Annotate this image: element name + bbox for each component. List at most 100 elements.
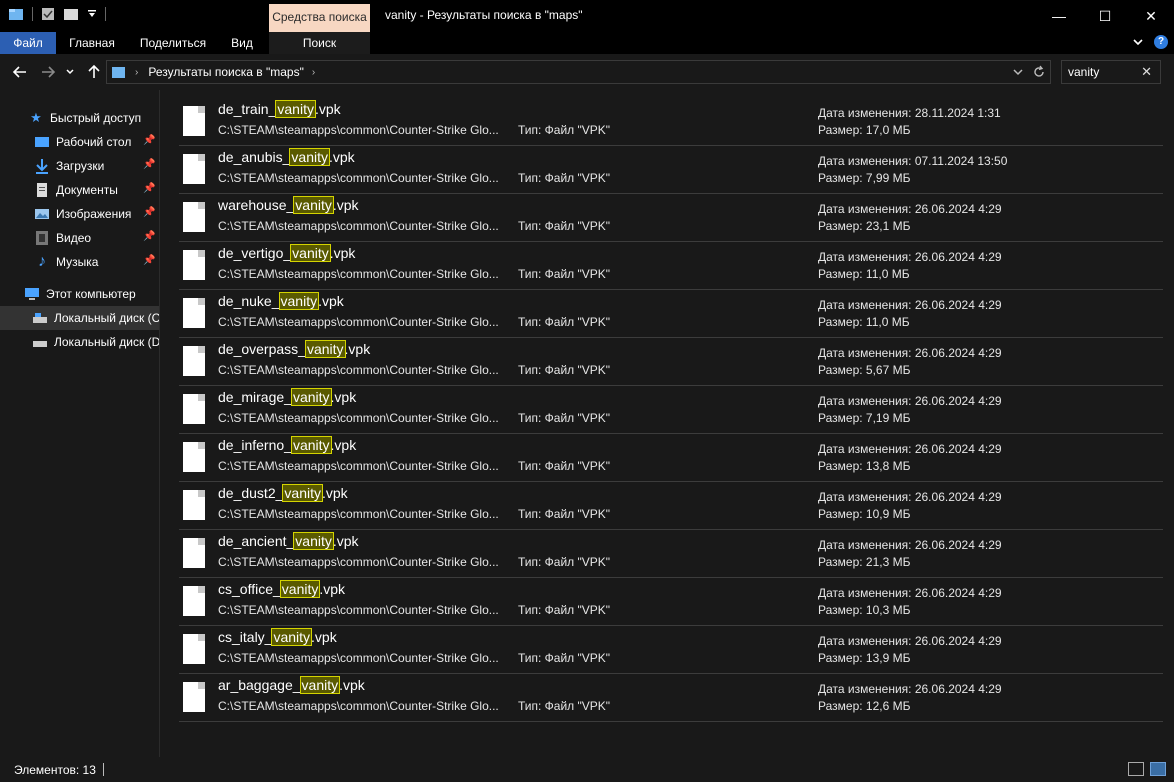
list-item[interactable]: de_train_vanity.vpk C:\STEAM\steamapps\co…: [179, 98, 1163, 146]
minimize-button[interactable]: —: [1036, 0, 1082, 32]
ribbon-tabs: Файл Главная Поделиться Вид Поиск ?: [0, 32, 1174, 54]
refresh-icon[interactable]: [1032, 64, 1046, 80]
forward-button[interactable]: [38, 62, 58, 82]
sidebar-item-video[interactable]: Видео 📌: [0, 226, 159, 250]
search-match-highlight: vanity: [304, 340, 346, 358]
file-path: C:\STEAM\steamapps\common\Counter-Strike…: [218, 219, 499, 233]
file-type: Тип: Файл "VPK": [518, 699, 611, 713]
back-button[interactable]: [10, 62, 30, 82]
sidebar-item-this-pc[interactable]: Этот компьютер: [0, 282, 159, 306]
sidebar-item-quick-access[interactable]: ★ Быстрый доступ: [0, 106, 159, 130]
file-path: C:\STEAM\steamapps\common\Counter-Strike…: [218, 315, 499, 329]
file-type: Тип: Файл "VPK": [518, 603, 611, 617]
expand-ribbon-icon[interactable]: [1132, 36, 1144, 48]
status-bar: Элементов: 13: [0, 757, 1174, 782]
file-name-prefix: de_vertigo_: [218, 245, 292, 261]
file-name: de_vertigo_vanity.vpk: [218, 244, 355, 262]
tab-view[interactable]: Вид: [222, 32, 262, 54]
file-modified-date: Дата изменения: 26.06.2024 4:29: [818, 586, 1002, 600]
large-icons-view-icon[interactable]: [1150, 762, 1166, 776]
sidebar-item-drive-d[interactable]: Локальный диск (D: [0, 330, 159, 354]
view-switcher: [1128, 762, 1166, 776]
file-name-prefix: de_mirage_: [218, 389, 292, 405]
address-bar[interactable]: › Результаты поиска в "maps" ›: [106, 60, 1051, 84]
sidebar-item-pictures[interactable]: Изображения 📌: [0, 202, 159, 226]
pin-icon: 📌: [143, 135, 156, 146]
file-name-prefix: warehouse_: [218, 197, 295, 213]
file-size: Размер: 10,9 МБ: [818, 507, 911, 521]
recent-locations-button[interactable]: [63, 62, 77, 82]
list-item[interactable]: cs_italy_vanity.vpk C:\STEAM\steamapps\co…: [179, 626, 1163, 674]
file-name-prefix: de_nuke_: [218, 293, 280, 309]
file-name-suffix: .vpk: [328, 149, 355, 165]
tab-file[interactable]: Файл: [0, 32, 56, 54]
list-item[interactable]: ar_baggage_vanity.vpk C:\STEAM\steamapps\…: [179, 674, 1163, 722]
close-button[interactable]: ✕: [1128, 0, 1174, 32]
file-modified-date: Дата изменения: 26.06.2024 4:29: [818, 634, 1002, 648]
sidebar-item-label: Видео: [56, 231, 92, 245]
search-results-list: de_train_vanity.vpk C:\STEAM\steamapps\co…: [161, 90, 1174, 757]
star-icon: ★: [30, 110, 42, 125]
sidebar-item-label: Изображения: [56, 207, 132, 221]
breadcrumb[interactable]: Результаты поиска в "maps": [148, 65, 304, 79]
file-size: Размер: 13,9 МБ: [818, 651, 911, 665]
details-view-icon[interactable]: [1128, 762, 1144, 776]
list-item[interactable]: de_anubis_vanity.vpk C:\STEAM\steamapps\c…: [179, 146, 1163, 194]
file-size: Размер: 23,1 МБ: [818, 219, 911, 233]
file-size: Размер: 11,0 МБ: [818, 267, 910, 281]
sidebar-item-drive-c[interactable]: Локальный диск (C: [0, 306, 159, 330]
new-folder-icon[interactable]: [63, 7, 79, 21]
customize-toolbar-icon[interactable]: [87, 9, 97, 19]
list-item[interactable]: cs_office_vanity.vpk C:\STEAM\steamapps\c…: [179, 578, 1163, 626]
file-name: cs_italy_vanity.vpk: [218, 628, 337, 646]
list-item[interactable]: de_nuke_vanity.vpk C:\STEAM\steamapps\com…: [179, 290, 1163, 338]
file-name: de_dust2_vanity.vpk: [218, 484, 348, 502]
file-modified-date: Дата изменения: 26.06.2024 4:29: [818, 442, 1002, 456]
tab-search[interactable]: Поиск: [269, 32, 370, 54]
file-icon: [183, 442, 205, 472]
list-item[interactable]: de_dust2_vanity.vpk C:\STEAM\steamapps\co…: [179, 482, 1163, 530]
file-name: de_nuke_vanity.vpk: [218, 292, 344, 310]
address-dropdown-icon[interactable]: [1012, 64, 1024, 80]
file-icon: [183, 490, 205, 520]
search-box[interactable]: ✕: [1061, 60, 1161, 84]
search-input[interactable]: [1068, 64, 1138, 80]
tab-home[interactable]: Главная: [60, 32, 124, 54]
list-item[interactable]: warehouse_vanity.vpk C:\STEAM\steamapps\c…: [179, 194, 1163, 242]
tab-share[interactable]: Поделиться: [132, 32, 214, 54]
sidebar-item-desktop[interactable]: Рабочий стол 📌: [0, 130, 159, 154]
file-type: Тип: Файл "VPK": [518, 219, 611, 233]
list-item[interactable]: de_vertigo_vanity.vpk C:\STEAM\steamapps\…: [179, 242, 1163, 290]
file-name-suffix: .vpk: [330, 437, 357, 453]
download-icon: [34, 158, 50, 174]
sidebar-item-label: Этот компьютер: [46, 287, 136, 301]
file-type: Тип: Файл "VPK": [518, 507, 611, 521]
sidebar-item-downloads[interactable]: Загрузки 📌: [0, 154, 159, 178]
navigation-pane: ★ Быстрый доступ Рабочий стол 📌 Загрузки…: [0, 90, 160, 757]
properties-icon[interactable]: [41, 7, 55, 21]
file-path: C:\STEAM\steamapps\common\Counter-Strike…: [218, 651, 499, 665]
file-type: Тип: Файл "VPK": [518, 315, 611, 329]
list-item[interactable]: de_mirage_vanity.vpk C:\STEAM\steamapps\c…: [179, 386, 1163, 434]
search-match-highlight: vanity: [290, 388, 332, 406]
maximize-button[interactable]: ☐: [1082, 0, 1128, 32]
file-type: Тип: Файл "VPK": [518, 651, 611, 665]
documents-icon: [34, 182, 50, 198]
file-name-prefix: de_inferno_: [218, 437, 292, 453]
file-modified-date: Дата изменения: 26.06.2024 4:29: [818, 250, 1002, 264]
arrow-right-icon: [42, 66, 56, 78]
up-button[interactable]: [84, 62, 104, 82]
file-size: Размер: 13,8 МБ: [818, 459, 911, 473]
search-match-highlight: vanity: [271, 628, 313, 646]
clear-search-icon[interactable]: ✕: [1141, 64, 1152, 80]
list-item[interactable]: de_overpass_vanity.vpk C:\STEAM\steamapps…: [179, 338, 1163, 386]
file-name-suffix: .vpk: [332, 197, 359, 213]
list-item[interactable]: de_ancient_vanity.vpk C:\STEAM\steamapps\…: [179, 530, 1163, 578]
sidebar-item-music[interactable]: ♪ Музыка 📌: [0, 250, 159, 274]
ribbon-controls: ?: [1132, 35, 1168, 49]
explorer-icon[interactable]: [8, 6, 24, 22]
file-modified-date: Дата изменения: 26.06.2024 4:29: [818, 346, 1002, 360]
help-icon[interactable]: ?: [1154, 35, 1168, 49]
list-item[interactable]: de_inferno_vanity.vpk C:\STEAM\steamapps\…: [179, 434, 1163, 482]
sidebar-item-documents[interactable]: Документы 📌: [0, 178, 159, 202]
